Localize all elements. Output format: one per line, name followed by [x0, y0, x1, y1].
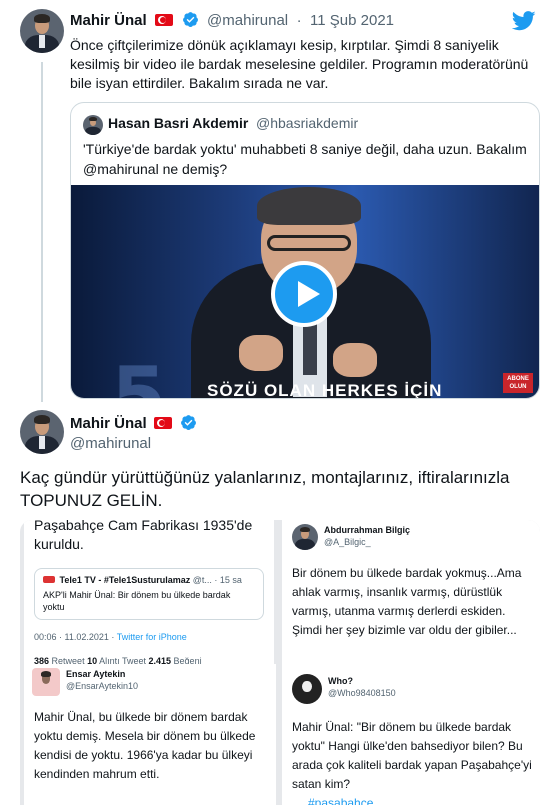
separator-dot: ·: [296, 12, 302, 29]
video-caption: SÖZÜ OLAN HERKES İÇİN: [207, 381, 443, 399]
panel-hashtag: #pasabahce: [308, 796, 374, 805]
quoted-tweet-text: 'Türkiye'de bardak yoktu' muhabbeti 8 sa…: [83, 141, 527, 177]
embedded-source-handle: @t...: [192, 575, 212, 585]
panel-author-handle: @EnsarAytekin10: [66, 681, 139, 691]
tweet-text: Önce çiftçilerimize dönük açıklamayı kes…: [70, 37, 529, 91]
reply-header: Mahir Ünal: [70, 414, 200, 433]
embedded-quote-card: Tele1 TV - #Tele1Susturulamaz @t... · 15…: [34, 568, 264, 620]
screenshot-panel-who: Who? @Who98408150 Mahir Ünal: "Bir dönem…: [282, 670, 540, 805]
reply-author-avatar[interactable]: [20, 410, 64, 454]
reply-author-name[interactable]: Mahir Ünal: [70, 415, 147, 432]
embedded-source-name: Tele1 TV - #Tele1Susturulamaz: [59, 575, 191, 585]
embedded-quote-text: AKP'li Mahir Ünal: Bir dönem bu ülkede b…: [43, 590, 231, 612]
panel-tweet-text: Bir dönem bu ülkede bardak yokmuş...Ama …: [292, 566, 522, 637]
turkey-flag-icon: [155, 14, 174, 26]
verified-badge-icon: [180, 415, 196, 431]
tweet-date[interactable]: 11 Şub 2021: [310, 12, 394, 29]
screenshot-panel-tele1: Paşabahçe Cam Fabrikası 1935'de kuruldu.…: [24, 520, 274, 670]
video-person-hand: [239, 335, 283, 371]
verified-badge-icon: [182, 12, 198, 28]
main-tweet[interactable]: Mahir Ünal @mahirunal · 11 Şub 2021 Önce…: [0, 0, 549, 405]
panel-avatar: [292, 674, 322, 704]
panel-author-handle: @Who98408150: [328, 688, 396, 698]
panel-author-name: Abdurrahman Bilgiç: [324, 525, 411, 535]
panel-author-name: Ensar Aytekin: [66, 669, 126, 679]
panel-author-name: Who?: [328, 676, 353, 686]
tweet-header: Mahir Ünal @mahirunal · 11 Şub 2021: [70, 11, 398, 30]
panel-avatar: [32, 668, 60, 696]
embedded-quote-header: Tele1 TV - #Tele1Susturulamaz @t... · 15…: [43, 575, 242, 585]
quoted-author-name: Hasan Basri Akdemir: [108, 115, 249, 131]
quoted-author-handle: @hbasriakdemir: [256, 115, 359, 131]
panel-timestamp: 00:06 · 11.02.2021 · Twitter for iPhone: [34, 632, 187, 642]
reply-author-handle[interactable]: @mahirunal: [70, 435, 151, 452]
panel-tweet-text: Mahir Ünal: "Bir dönem bu ülkede bardak …: [292, 720, 532, 791]
quoted-tweet[interactable]: Hasan Basri Akdemir @hbasriakdemir 'Türk…: [70, 102, 540, 399]
turkey-flag-icon: [154, 417, 173, 429]
embedded-time: 15 sa: [219, 575, 242, 585]
video-player[interactable]: 5 SÖZÜ OLAN HERKES İÇİN ABONE OLUN: [71, 185, 539, 399]
panel-client: Twitter for iPhone: [116, 632, 187, 642]
panel-avatar: [292, 524, 318, 550]
tele1-logo-icon: [43, 576, 55, 583]
panel-tweet-text: Mahir Ünal, bu ülkede bir dönem bardak y…: [34, 710, 256, 781]
quoted-author-avatar[interactable]: [83, 115, 103, 135]
screenshot-panel-aytekin: Ensar Aytekin @EnsarAytekin10 Mahir Ünal…: [24, 664, 276, 805]
video-channel-badge: ABONE OLUN: [503, 373, 533, 393]
separator-dot: ·: [214, 575, 218, 585]
thread-line: [41, 62, 43, 402]
video-person-hand: [333, 343, 377, 377]
author-handle[interactable]: @mahirunal: [207, 12, 288, 29]
attached-image-collage[interactable]: Paşabahçe Cam Fabrikası 1935'de kuruldu.…: [20, 520, 540, 805]
panel-author-handle: @A_Bilgic_: [324, 537, 371, 547]
reply-tweet-text: Kaç gündür yürüttüğünüz yalanlarınız, mo…: [20, 468, 510, 510]
screenshot-panel-bilgic: Abdurrahman Bilgiç @A_Bilgic_ Bir dönem …: [282, 520, 540, 670]
panel-date: 00:06 · 11.02.2021 ·: [34, 632, 115, 642]
author-name[interactable]: Mahir Ünal: [70, 12, 147, 29]
play-icon[interactable]: [271, 261, 337, 327]
video-person-glasses: [267, 235, 351, 251]
panel-tweet-text: Paşabahçe Cam Fabrikası 1935'de kuruldu.: [34, 520, 253, 552]
video-person-hair: [257, 187, 361, 225]
twitter-bird-icon[interactable]: [512, 11, 536, 31]
video-background-number: 5: [111, 350, 167, 399]
author-avatar[interactable]: [20, 9, 64, 53]
